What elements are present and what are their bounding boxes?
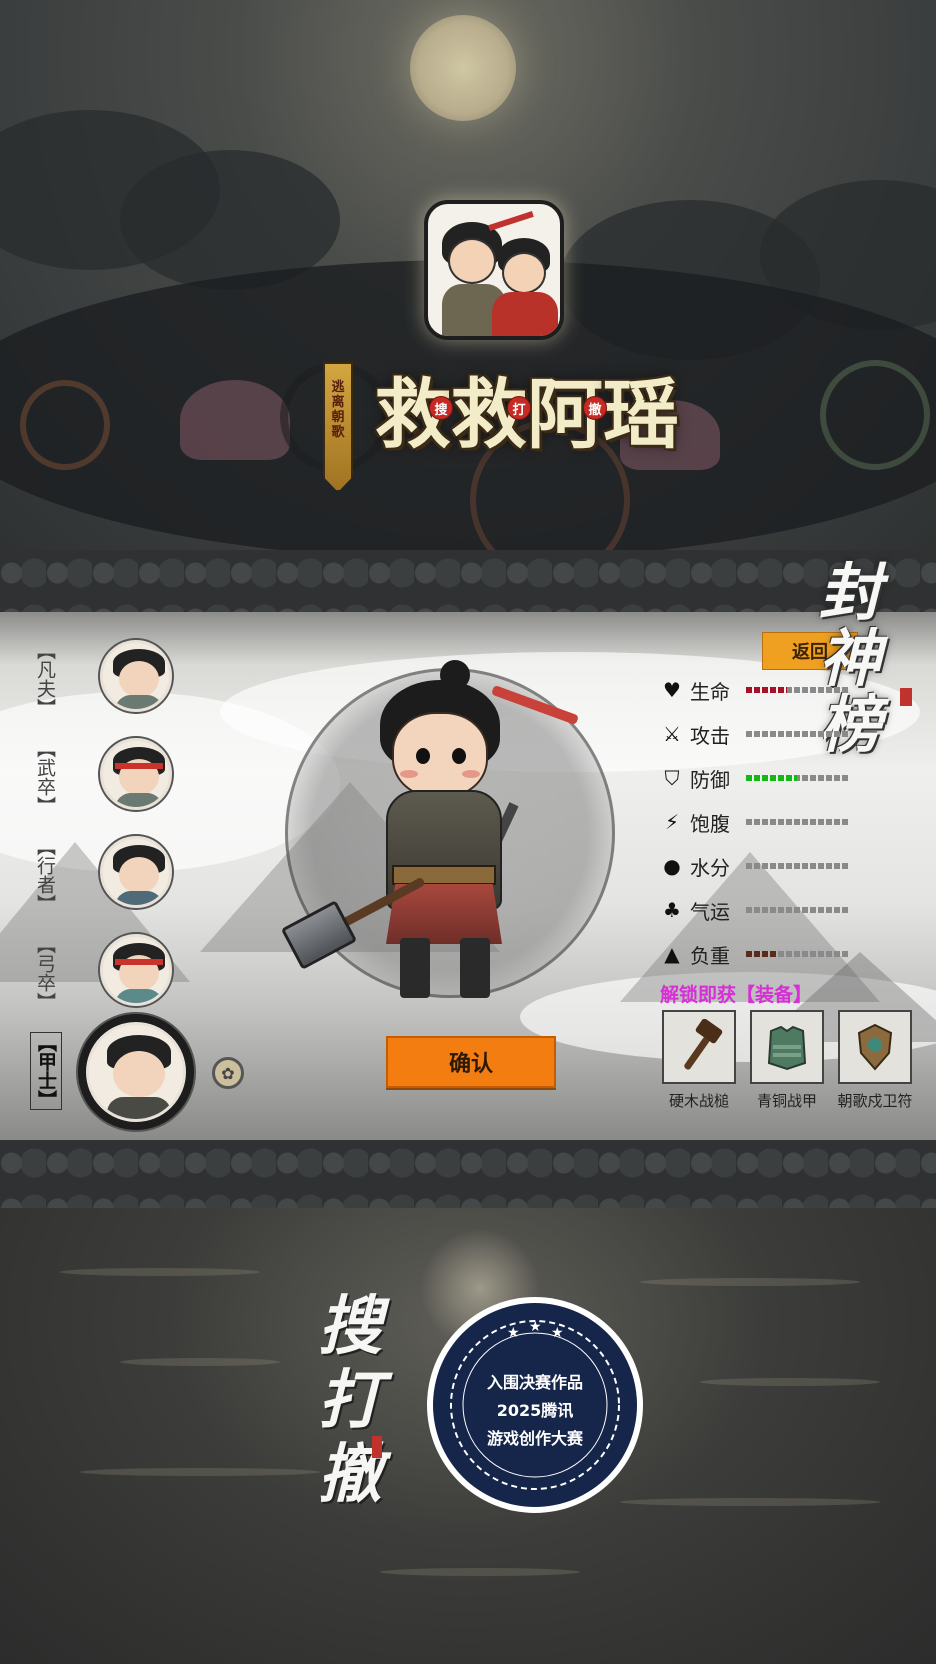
stat-row-water: ● 水分 — [660, 844, 900, 888]
weight-icon: ▲ — [664, 942, 680, 966]
equip-slot-hammer[interactable]: 硬木战槌 — [660, 1010, 738, 1111]
lotus — [180, 380, 290, 460]
bronze-armor-icon — [750, 1010, 824, 1084]
seal-search: 搜 — [429, 396, 453, 420]
stat-bar-luck — [746, 907, 848, 913]
hero-character — [280, 640, 620, 1020]
rank-tab-wuzu[interactable]: 【武卒】 — [30, 738, 60, 816]
bolt-icon: ⚡ — [664, 810, 680, 834]
stat-row-hp: ♥ 生命 — [660, 668, 900, 712]
shield-amulet-icon — [838, 1010, 912, 1084]
avatar-xingzhe[interactable] — [100, 836, 172, 908]
coin-icon[interactable]: ✿ — [212, 1057, 244, 1089]
sword-badge: 逃 离 朝 歌 — [323, 362, 353, 492]
stat-row-load: ▲ 负重 — [660, 932, 900, 976]
seal-fight: 打 — [507, 396, 531, 420]
avatar-jiashi-selected[interactable] — [86, 1022, 186, 1122]
pattern-band-bottom — [0, 1140, 936, 1208]
swords-icon: ⚔ — [663, 722, 681, 746]
stat-bar-water — [746, 863, 848, 869]
unlock-title: 解锁即获【装备】 — [660, 984, 813, 1006]
stat-bar-defense — [746, 775, 848, 781]
avatar-gongzu[interactable] — [100, 934, 172, 1006]
stat-row-defense: ⛉ 防御 — [660, 756, 900, 800]
svg-text:★: ★ — [507, 1325, 520, 1341]
svg-text:★: ★ — [551, 1325, 564, 1341]
svg-text:★: ★ — [529, 1319, 542, 1335]
equip-slot-amulet[interactable]: 朝歌戍卫符 — [836, 1010, 914, 1111]
rank-tab-xingzhe[interactable]: 【行者】 — [30, 836, 60, 914]
red-seal — [900, 688, 912, 706]
stat-bar-load — [746, 951, 848, 957]
stat-bar-satiety — [746, 819, 848, 825]
rank-tab-fanfu[interactable]: 【凡夫】 — [30, 640, 60, 718]
app-icon — [424, 200, 564, 340]
avatar-wuzu[interactable] — [100, 738, 172, 810]
stat-row-attack: ⚔ 攻击 — [660, 712, 900, 756]
war-hammer-icon — [662, 1010, 736, 1084]
clover-icon: ♣ — [663, 898, 681, 922]
heart-icon: ♥ — [663, 678, 681, 702]
swirl — [20, 380, 110, 470]
game-logo: 逃 离 朝 歌 救 救 阿 瑶 搜 打 撤 — [275, 340, 695, 500]
title-banner: 逃 离 朝 歌 救 救 阿 瑶 搜 打 撤 — [0, 0, 936, 550]
seal-evacuate: 撤 — [583, 396, 607, 420]
equip-slot-armor[interactable]: 青铜战甲 — [748, 1010, 826, 1111]
rank-tab-jiashi[interactable]: 【甲士】 — [30, 1032, 62, 1110]
stat-bar-hp — [746, 687, 848, 693]
moon — [410, 15, 516, 121]
stat-row-luck: ♣ 气运 — [660, 888, 900, 932]
game-title: 救 救 阿 瑶 — [375, 370, 679, 459]
avatar-fanfu[interactable] — [100, 640, 172, 712]
stats-panel: ♥ 生命 ⚔ 攻击 ⛉ 防御 ⚡ 饱腹 ● 水分 ♣ 气运 ▲ 负重 — [660, 668, 900, 976]
rank-tab-gongzu[interactable]: 【弓卒】 — [30, 934, 60, 1012]
confirm-button[interactable]: 确认 — [386, 1036, 556, 1088]
award-text: 入围决赛作品 2025腾讯 游戏创作大赛 — [486, 1373, 583, 1448]
award-badge: ★ ★ ★ 入围决赛作品 2025腾讯 游戏创作大赛 — [425, 1295, 645, 1515]
stat-bar-attack — [746, 731, 848, 737]
water-drop-icon: ● — [663, 854, 681, 878]
swirl — [820, 360, 930, 470]
stat-row-satiety: ⚡ 饱腹 — [660, 800, 900, 844]
red-seal — [372, 1436, 382, 1458]
shield-icon: ⛉ — [664, 766, 680, 790]
sou-da-che-logo: 搜 打 撤 — [318, 1289, 382, 1512]
